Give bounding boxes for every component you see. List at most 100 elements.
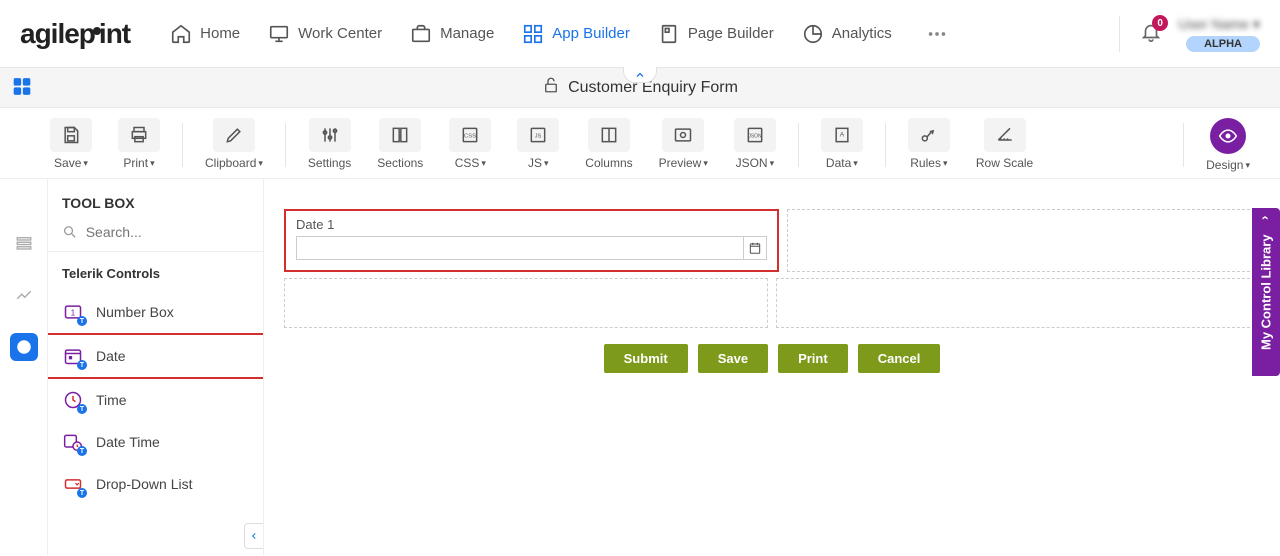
control-library-tab[interactable]: My Control Library ‹ <box>1252 208 1280 376</box>
main-area: T TOOL BOX Telerik Controls 1 T Number B… <box>0 179 1280 555</box>
nav-home[interactable]: Home <box>170 23 240 45</box>
svg-text:T: T <box>21 343 26 352</box>
tool-json[interactable]: JSON JSON▾ <box>724 118 786 170</box>
control-dropdown[interactable]: T Drop-Down List <box>48 463 263 505</box>
control-date[interactable]: T Date <box>48 333 264 379</box>
search-input[interactable] <box>86 224 249 240</box>
left-rail: T <box>0 179 48 555</box>
tool-rowscale[interactable]: Row Scale <box>966 118 1043 170</box>
home-icon <box>170 23 192 45</box>
toolbar: Save▾ Print▾ Clipboard▾ Settings Section… <box>0 108 1280 179</box>
ruler-icon <box>995 125 1015 145</box>
save-button[interactable]: Save <box>698 344 768 373</box>
date-input[interactable] <box>296 236 743 260</box>
tool-save[interactable]: Save▾ <box>40 118 102 170</box>
print-button[interactable]: Print <box>778 344 848 373</box>
form-buttons: Submit Save Print Cancel <box>284 344 1260 373</box>
search-icon <box>62 223 78 241</box>
svg-text:JS: JS <box>535 134 542 140</box>
unlock-icon <box>542 76 568 99</box>
tool-js[interactable]: JS JS▾ <box>507 118 569 170</box>
nav-pagebuilder-label: Page Builder <box>688 25 774 42</box>
control-time[interactable]: T Time <box>48 379 263 421</box>
pencil-icon <box>224 125 244 145</box>
canvas-cell-date[interactable]: Date 1 <box>284 209 779 272</box>
chevron-left-icon <box>249 531 259 541</box>
tool-clipboard[interactable]: Clipboard▾ <box>195 118 273 170</box>
cancel-button[interactable]: Cancel <box>858 344 941 373</box>
time-icon: T <box>62 389 84 411</box>
nav-appbuilder-label: App Builder <box>552 25 630 42</box>
form-title-text: Customer Enquiry Form <box>568 79 738 97</box>
control-date-label: Date <box>96 348 126 364</box>
tool-rules[interactable]: Rules▾ <box>898 118 960 170</box>
piechart-icon <box>802 23 824 45</box>
preview-icon <box>673 125 693 145</box>
tool-design[interactable]: Design▾ <box>1196 118 1260 172</box>
nav-appbuilder[interactable]: App Builder <box>522 23 630 45</box>
tool-sections[interactable]: Sections <box>367 118 433 170</box>
user-menu[interactable]: User Name ▾ ALPHA <box>1178 16 1260 52</box>
nav-workcenter-label: Work Center <box>298 25 382 42</box>
numberbox-icon: 1 T <box>62 301 84 323</box>
css-icon: CSS <box>460 125 480 145</box>
nav-more[interactable] <box>920 23 954 45</box>
toolbox-collapse-button[interactable] <box>244 523 264 549</box>
rail-item-1[interactable] <box>10 229 38 257</box>
chevron-down-icon: ▾ <box>1253 16 1260 33</box>
tool-columns[interactable]: Columns <box>575 118 642 170</box>
control-datetime-label: Date Time <box>96 434 160 450</box>
tool-preview[interactable]: Preview▾ <box>649 118 718 170</box>
nav-analytics[interactable]: Analytics <box>802 23 892 45</box>
grid-icon <box>522 23 544 45</box>
page-icon <box>658 23 680 45</box>
json-icon: JSON <box>745 125 765 145</box>
toolbox-title: TOOL BOX <box>48 195 263 223</box>
data-icon: A <box>832 125 852 145</box>
rules-icon <box>919 125 939 145</box>
nav-items: Home Work Center Manage App Builder Page… <box>170 23 1099 45</box>
date-picker-button[interactable] <box>743 236 767 260</box>
user-name: User Name <box>1178 16 1249 32</box>
date-icon: T <box>62 345 84 367</box>
toolbox-section-title: Telerik Controls <box>48 252 263 291</box>
nav-pagebuilder[interactable]: Page Builder <box>658 23 774 45</box>
canvas-cell-empty-2[interactable] <box>284 278 768 328</box>
form-title-bar: Customer Enquiry Form <box>0 68 1280 108</box>
rail-item-2[interactable] <box>10 281 38 309</box>
toolbox-search <box>48 223 263 252</box>
nav-right: 0 User Name ▾ ALPHA <box>1119 16 1260 52</box>
tool-print[interactable]: Print▾ <box>108 118 170 170</box>
js-icon: JS <box>528 125 548 145</box>
submit-button[interactable]: Submit <box>604 344 688 373</box>
form-canvas: Date 1 Submit Save Print Cancel <box>264 179 1280 555</box>
nav-manage[interactable]: Manage <box>410 23 494 45</box>
telerik-icon: T <box>15 338 33 356</box>
canvas-cell-empty-3[interactable] <box>776 278 1260 328</box>
svg-text:CSS: CSS <box>464 134 476 140</box>
canvas-row-1: Date 1 <box>284 209 1260 272</box>
notifications-bell[interactable]: 0 <box>1140 21 1162 46</box>
rail-item-3[interactable]: T <box>10 333 38 361</box>
list-icon <box>15 234 33 252</box>
canvas-cell-empty-1[interactable] <box>787 209 1260 272</box>
nav-analytics-label: Analytics <box>832 25 892 42</box>
chart-icon <box>15 286 33 304</box>
eye-icon <box>1218 126 1238 146</box>
monitor-icon <box>268 23 290 45</box>
tool-css[interactable]: CSS CSS▾ <box>439 118 501 170</box>
grid-view-button[interactable] <box>12 76 32 99</box>
nav-manage-label: Manage <box>440 25 494 42</box>
control-numberbox[interactable]: 1 T Number Box <box>48 291 263 333</box>
control-numberbox-label: Number Box <box>96 304 174 320</box>
control-datetime[interactable]: T Date Time <box>48 421 263 463</box>
chevron-up-icon <box>634 69 646 81</box>
calendar-icon <box>748 241 762 255</box>
field-label: Date 1 <box>296 217 767 232</box>
collapse-handle[interactable] <box>623 67 657 83</box>
sliders-icon <box>320 125 340 145</box>
svg-text:1: 1 <box>71 307 76 317</box>
nav-workcenter[interactable]: Work Center <box>268 23 382 45</box>
tool-data[interactable]: A Data▾ <box>811 118 873 170</box>
tool-settings[interactable]: Settings <box>298 118 361 170</box>
